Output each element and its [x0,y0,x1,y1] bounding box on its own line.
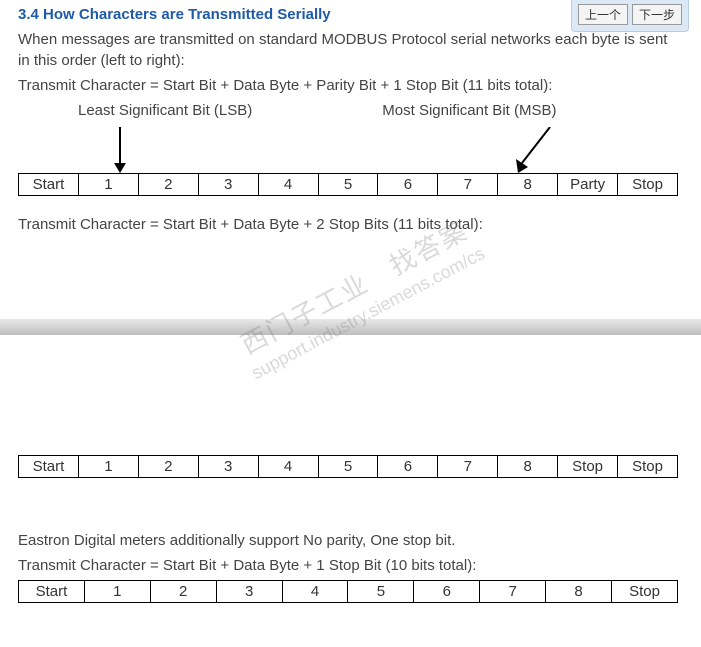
bit-cell: Party [558,174,618,196]
bit-cell: 5 [348,581,414,603]
bit-table-2: Start 1 2 3 4 5 6 7 8 Stop Stop [18,455,678,478]
bit-cell: 1 [84,581,150,603]
bit-cell: 7 [480,581,546,603]
bit-cell: 7 [438,174,498,196]
bit-cell: 8 [498,174,558,196]
page-divider [0,319,701,335]
bit-cell: 6 [378,174,438,196]
bit-table-1: Start 1 2 3 4 5 6 7 8 Party Stop [18,173,678,196]
bit-cell: 3 [198,174,258,196]
bit-cell: Stop [612,581,678,603]
bit-cell: 4 [282,581,348,603]
bit-table-3: Start 1 2 3 4 5 6 7 8 Stop [18,580,678,603]
note-paragraph: Eastron Digital meters additionally supp… [18,530,683,551]
msb-label: Most Significant Bit (MSB) [382,100,556,121]
bit-cell: 4 [258,174,318,196]
bit-cell: Stop [558,456,618,478]
bit-cell: 8 [498,456,558,478]
bit-cell: Start [19,581,85,603]
bit-cell: 5 [318,174,378,196]
bit-cell: Start [19,174,79,196]
lsb-label: Least Significant Bit (LSB) [78,100,252,121]
formula-1: Transmit Character = Start Bit + Data By… [18,75,683,96]
section-number: 3.4 [18,6,39,23]
arrow-down-icon [510,127,560,173]
bit-cell: 7 [438,456,498,478]
next-button[interactable]: 下一步 [632,4,682,25]
bit-cell: Start [19,456,79,478]
bit-cell: 3 [198,456,258,478]
intro-paragraph: When messages are transmitted on standar… [18,29,683,71]
bit-cell: 1 [78,456,138,478]
bit-cell: 2 [138,456,198,478]
bit-cell: 2 [150,581,216,603]
bit-cell: 3 [216,581,282,603]
bit-cell: 2 [138,174,198,196]
arrow-diagram [18,127,683,173]
bit-cell: 5 [318,456,378,478]
bit-cell: 1 [78,174,138,196]
bit-cell: Stop [618,456,678,478]
bit-cell: 4 [258,456,318,478]
section-heading: How Characters are Transmitted Serially [43,6,331,23]
nav-button-bar: 上一个 下一步 [571,0,689,32]
bit-cell: 8 [546,581,612,603]
formula-2: Transmit Character = Start Bit + Data By… [18,214,683,235]
bit-cell: Stop [618,174,678,196]
bit-cell: 6 [378,456,438,478]
bit-cell: 6 [414,581,480,603]
formula-3: Transmit Character = Start Bit + Data By… [18,555,683,576]
arrow-down-icon [110,127,130,173]
prev-button[interactable]: 上一个 [578,4,628,25]
